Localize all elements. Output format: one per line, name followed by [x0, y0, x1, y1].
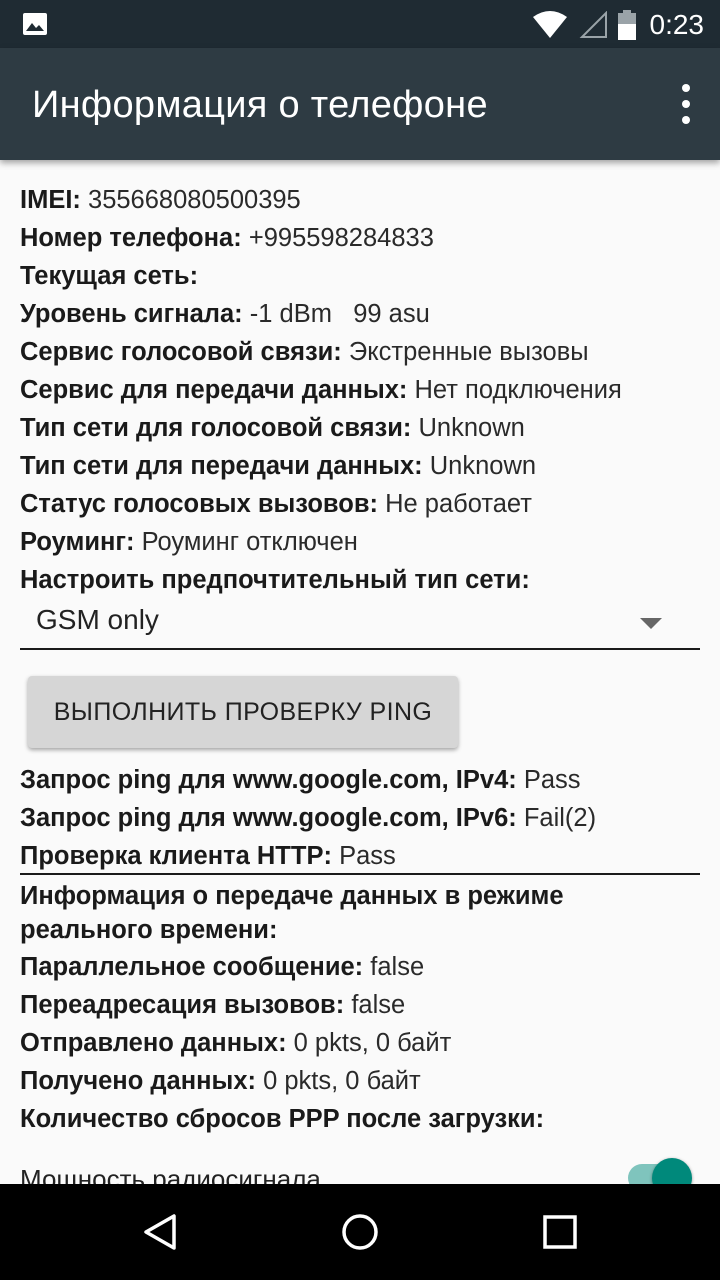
realtime-heading-line1: Информация о передаче данных в режиме	[20, 882, 564, 910]
phone-number-row: Номер телефона: +995598284833	[20, 224, 434, 252]
data-sent-row: Отправлено данных: 0 pkts, 0 байт	[20, 1029, 452, 1057]
voice-call-status-row: Статус голосовых вызовов: Не работает	[20, 490, 532, 518]
phone-info-content[interactable]: IMEI: 355668080500395 Номер телефона: +9…	[0, 160, 720, 1184]
more-vert-icon[interactable]	[678, 84, 694, 124]
current-network-row: Текущая сеть:	[20, 262, 199, 290]
app-bar: Информация о телефоне	[0, 48, 720, 160]
radio-power-switch[interactable]	[652, 1158, 692, 1184]
imei-row: IMEI: 355668080500395	[20, 186, 301, 214]
data-service-row: Сервис для передачи данных: Нет подключе…	[20, 376, 622, 404]
status-time: 0:23	[649, 9, 705, 40]
image-notification-icon	[23, 13, 47, 35]
back-icon[interactable]	[138, 1210, 182, 1254]
call-forwarding-row: Переадресация вызовов: false	[20, 991, 406, 1019]
wifi-icon	[532, 11, 567, 38]
dropdown-arrow-icon	[640, 618, 662, 629]
network-type-spinner[interactable]: GSM only	[20, 600, 700, 650]
roaming-row: Роуминг: Роуминг отключен	[20, 528, 358, 556]
ping-ipv4-row: Запрос ping для www.google.com, IPv4: Pa…	[20, 766, 581, 794]
status-bar: 0:23	[0, 0, 720, 48]
realtime-heading-line2: реального времени:	[20, 916, 278, 944]
concurrent-message-row: Параллельное сообщение: false	[20, 953, 425, 981]
run-ping-test-button[interactable]: ВЫПОЛНИТЬ ПРОВЕРКУ PING	[28, 676, 458, 748]
radio-power-label: Мощность радиосигнала	[20, 1164, 321, 1184]
cell-signal-icon	[579, 11, 607, 38]
network-type-value: GSM only	[36, 604, 159, 635]
page-title: Информация о телефоне	[32, 84, 488, 126]
recents-icon[interactable]	[538, 1210, 582, 1254]
ppp-resets-row: Количество сбросов PPP после загрузки:	[20, 1105, 545, 1133]
navigation-bar	[0, 1184, 720, 1280]
signal-strength-row: Уровень сигнала: -1 dBm 99 asu	[20, 300, 430, 328]
ping-ipv6-row: Запрос ping для www.google.com, IPv6: Fa…	[20, 804, 597, 832]
data-network-type-row: Тип сети для передачи данных: Unknown	[20, 452, 537, 480]
battery-icon	[617, 10, 636, 40]
voice-service-row: Сервис голосовой связи: Экстренные вызов…	[20, 338, 589, 366]
data-received-row: Получено данных: 0 pkts, 0 байт	[20, 1067, 421, 1095]
divider	[20, 873, 700, 875]
http-client-row: Проверка клиента HTTP: Pass	[20, 842, 396, 870]
voice-network-type-row: Тип сети для голосовой связи: Unknown	[20, 414, 525, 442]
preferred-network-label: Настроить предпочтительный тип сети:	[20, 566, 530, 594]
home-icon[interactable]	[338, 1210, 382, 1254]
